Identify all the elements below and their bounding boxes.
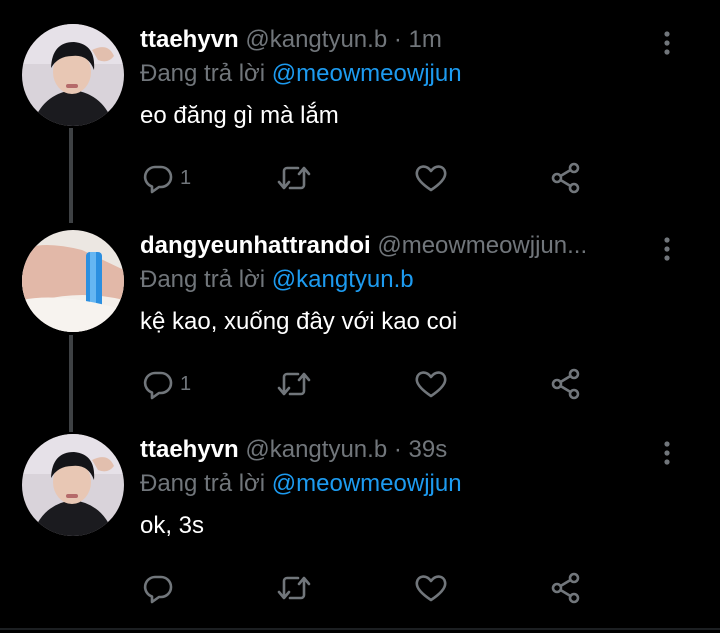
- more-vertical-icon[interactable]: [657, 236, 677, 266]
- reply-button[interactable]: 1: [142, 364, 191, 404]
- retweet-button[interactable]: [276, 568, 312, 608]
- share-icon: [550, 162, 582, 194]
- meta-separator: ·: [393, 436, 402, 463]
- tweet[interactable]: dangyeunhattrandoi @meowmeowjjun... Đang…: [0, 230, 720, 410]
- tweet-header: dangyeunhattrandoi @meowmeowjjun...: [140, 230, 660, 262]
- more-vertical-icon[interactable]: [657, 30, 677, 60]
- timestamp[interactable]: 1m: [409, 26, 442, 53]
- tweet[interactable]: ttaehyvn @kangtyun.b · 39s Đang trả lời …: [0, 434, 720, 614]
- like-icon: [414, 368, 448, 400]
- retweet-icon: [276, 572, 312, 604]
- retweet-button[interactable]: [276, 158, 312, 198]
- replying-to: Đang trả lời @meowmeowjjun: [140, 58, 462, 90]
- like-button[interactable]: [414, 568, 448, 608]
- replying-to-label: Đang trả lời: [140, 266, 266, 293]
- tweet-actions: [140, 568, 600, 608]
- replying-to-label: Đang trả lời: [140, 470, 266, 497]
- tweet-header: ttaehyvn @kangtyun.b · 39s: [140, 434, 660, 466]
- like-button[interactable]: [414, 364, 448, 404]
- retweet-icon: [276, 368, 312, 400]
- display-name[interactable]: ttaehyvn: [140, 436, 239, 463]
- tweet-thread: ttaehyvn @kangtyun.b · 1m Đang trả lời @…: [0, 0, 720, 633]
- reply-button[interactable]: [142, 568, 180, 608]
- tweet-text: ok, 3s: [140, 512, 205, 539]
- avatar[interactable]: [22, 434, 124, 536]
- reply-icon: [142, 162, 174, 194]
- reply-icon: [142, 368, 174, 400]
- tweet-header: ttaehyvn @kangtyun.b · 1m: [140, 24, 660, 56]
- replying-to-mention[interactable]: @kangtyun.b: [272, 266, 414, 293]
- like-icon: [414, 162, 448, 194]
- retweet-button[interactable]: [276, 364, 312, 404]
- like-button[interactable]: [414, 158, 448, 198]
- replying-to: Đang trả lời @meowmeowjjun: [140, 468, 462, 500]
- user-handle[interactable]: @kangtyun.b: [245, 26, 387, 53]
- like-icon: [414, 572, 448, 604]
- tweet-actions: 1: [140, 364, 600, 404]
- avatar[interactable]: [22, 230, 124, 332]
- tweet-actions: 1: [140, 158, 600, 198]
- replying-to-mention[interactable]: @meowmeowjjun: [272, 60, 462, 87]
- divider: [0, 628, 720, 630]
- display-name[interactable]: ttaehyvn: [140, 26, 239, 53]
- avatar[interactable]: [22, 24, 124, 126]
- reply-icon: [142, 572, 174, 604]
- reply-count: 1: [180, 166, 192, 189]
- tweet-text: eo đăng gì mà lắm: [140, 102, 339, 129]
- user-handle[interactable]: @kangtyun.b: [245, 436, 387, 463]
- display-name[interactable]: dangyeunhattrandoi: [140, 232, 371, 259]
- share-icon: [550, 572, 582, 604]
- tweet[interactable]: ttaehyvn @kangtyun.b · 1m Đang trả lời @…: [0, 24, 720, 204]
- more-vertical-icon[interactable]: [657, 440, 677, 470]
- reply-button[interactable]: 1: [142, 158, 191, 198]
- reply-count: 1: [180, 372, 192, 395]
- share-button[interactable]: [550, 158, 582, 198]
- replying-to-label: Đang trả lời: [140, 60, 266, 87]
- timestamp[interactable]: 39s: [409, 436, 448, 463]
- share-icon: [550, 368, 582, 400]
- share-button[interactable]: [550, 568, 582, 608]
- replying-to: Đang trả lời @kangtyun.b: [140, 264, 414, 296]
- replying-to-mention[interactable]: @meowmeowjjun: [272, 470, 462, 497]
- retweet-icon: [276, 162, 312, 194]
- user-handle[interactable]: @meowmeowjjun...: [377, 232, 587, 259]
- share-button[interactable]: [550, 364, 582, 404]
- meta-separator: ·: [393, 26, 402, 53]
- tweet-text: kệ kao, xuống đây với kao coi: [140, 308, 458, 335]
